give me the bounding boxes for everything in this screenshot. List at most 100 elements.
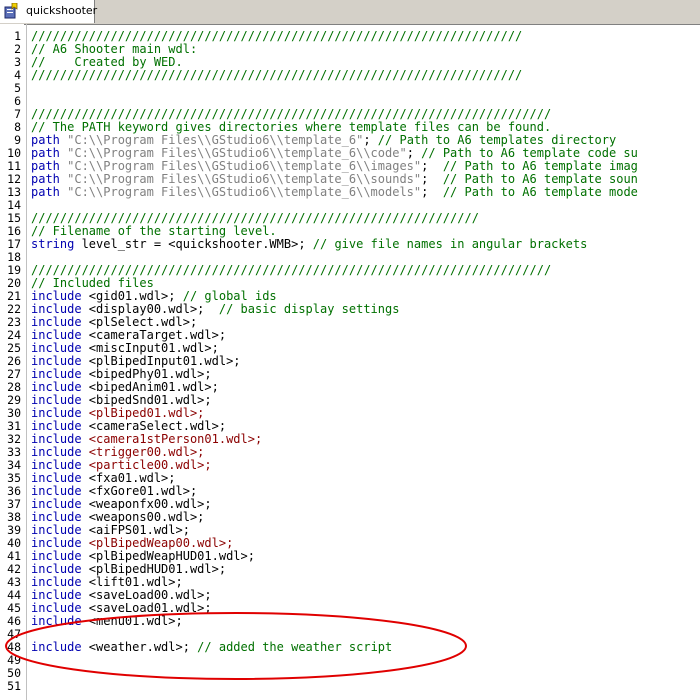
- code-token: path: [31, 146, 68, 160]
- code-token: "C:\\Program Files\\GStudio6\\template_6…: [67, 159, 422, 173]
- code-token: // basic display settings: [218, 302, 400, 316]
- code-token: // Path to A6 template code su: [421, 146, 638, 160]
- code-line: 4///////////////////////////////////////…: [0, 69, 700, 82]
- code-token: path: [31, 133, 68, 147]
- tab-quickshooter[interactable]: quickshooter: [0, 0, 98, 23]
- code-token: <fxa01.wdl>;: [88, 471, 176, 485]
- code-line: 51: [0, 680, 700, 693]
- code-token: // Created by WED.: [31, 55, 183, 69]
- code-token: level_str = <quickshooter.WMB>;: [81, 237, 313, 251]
- code-token: include: [31, 406, 89, 420]
- line-number: 51: [7, 679, 21, 693]
- code-token: // Path to A6 template soun: [442, 172, 638, 186]
- code-token: ;: [406, 146, 422, 160]
- code-token: <cameraTarget.wdl>;: [88, 328, 227, 342]
- code-token: // A6 Shooter main wdl:: [31, 42, 198, 56]
- code-token: include: [31, 497, 89, 511]
- tab-bar: quickshooter: [0, 0, 700, 25]
- code-token: include: [31, 562, 89, 576]
- code-token: <plBipedHUD01.wdl>;: [88, 562, 227, 576]
- tab-label: quickshooter: [26, 4, 98, 17]
- code-text: include <weather.wdl>; // added the weat…: [31, 641, 392, 654]
- code-token: include: [31, 640, 89, 654]
- code-token: include: [31, 289, 89, 303]
- code-token: include: [31, 380, 89, 394]
- code-line: 13 path "C:\\Program Files\\GStudio6\\tem…: [0, 186, 700, 199]
- code-token: // Filename of the starting level.: [31, 224, 277, 238]
- code-token: include: [31, 575, 89, 589]
- code-token: ////////////////////////////////////////…: [31, 29, 523, 43]
- code-token: <plBipedInput01.wdl>;: [88, 354, 241, 368]
- code-token: include: [31, 510, 89, 524]
- code-editor[interactable]: 1///////////////////////////////////////…: [0, 27, 700, 700]
- code-token: "C:\\Program Files\\GStudio6\\template_6…: [67, 133, 364, 147]
- code-line: 48 include <weather.wdl>; // added the we…: [0, 641, 700, 654]
- code-token: include: [31, 458, 89, 472]
- code-token: include: [31, 302, 89, 316]
- code-token: include: [31, 315, 89, 329]
- code-text: ////////////////////////////////////////…: [31, 69, 522, 82]
- code-token: include: [31, 549, 89, 563]
- code-token: <bipedPhy01.wdl>;: [88, 367, 212, 381]
- code-token: include: [31, 393, 89, 407]
- code-token: <cameraSelect.wdl>;: [88, 419, 227, 433]
- code-token: include: [31, 601, 89, 615]
- code-token: include: [31, 484, 89, 498]
- code-token: include: [31, 471, 89, 485]
- code-line: 5: [0, 82, 700, 95]
- code-token: <bipedAnim01.wdl>;: [88, 380, 219, 394]
- code-token: // Path to A6 template mode: [442, 185, 638, 199]
- code-token: ;: [421, 172, 443, 186]
- code-token: <plBipedWeapHUD01.wdl>;: [88, 549, 255, 563]
- code-text: include <menu01.wdl>;: [31, 615, 183, 628]
- code-token: <menu01.wdl>;: [88, 614, 183, 628]
- code-token: include: [31, 445, 89, 459]
- code-token: include: [31, 614, 89, 628]
- code-token: ////////////////////////////////////////…: [31, 68, 523, 82]
- code-token: include: [31, 432, 89, 446]
- code-token: include: [31, 588, 89, 602]
- code-token: include: [31, 536, 89, 550]
- code-token: ;: [421, 185, 443, 199]
- code-line: 46 include <menu01.wdl>;: [0, 615, 700, 628]
- code-text: string level_str = <quickshooter.WMB>; /…: [31, 238, 587, 251]
- code-token: ////////////////////////////////////////…: [31, 107, 552, 121]
- code-text: path "C:\\Program Files\\GStudio6\\templ…: [31, 186, 638, 199]
- code-token: ;: [421, 159, 443, 173]
- code-token: <bipedSnd01.wdl>;: [88, 393, 212, 407]
- code-token: ;: [363, 133, 378, 147]
- code-token: include: [31, 367, 89, 381]
- code-token: // give file names in angular brackets: [312, 237, 588, 251]
- code-token: <gid01.wdl>;: [88, 289, 183, 303]
- code-token: <fxGore01.wdl>;: [88, 484, 198, 498]
- code-token: include: [31, 328, 89, 342]
- code-token: <weapons00.wdl>;: [88, 510, 205, 524]
- code-token: // Included files: [31, 276, 154, 290]
- code-token: <display00.wdl>;: [88, 302, 219, 316]
- code-token: path: [31, 185, 68, 199]
- code-token: // The PATH keyword gives directories wh…: [31, 120, 552, 134]
- code-token: string: [31, 237, 82, 251]
- code-line: 17 string level_str = <quickshooter.WMB>;…: [0, 238, 700, 251]
- code-token: include: [31, 523, 89, 537]
- code-token: path: [31, 159, 68, 173]
- code-token: "C:\\Program Files\\GStudio6\\template_6…: [67, 172, 422, 186]
- script-file-icon: [3, 2, 19, 19]
- code-token: include: [31, 354, 89, 368]
- code-line: 50: [0, 667, 700, 680]
- code-token: // added the weather script: [197, 640, 393, 654]
- code-token: <camera1stPerson01.wdl>;: [88, 432, 263, 446]
- code-token: <weather.wdl>;: [88, 640, 198, 654]
- code-token: <plSelect.wdl>;: [88, 315, 198, 329]
- code-token: <lift01.wdl>;: [88, 575, 183, 589]
- code-token: <saveLoad00.wdl>;: [88, 588, 212, 602]
- code-token: include: [31, 419, 89, 433]
- code-token: <weaponfx00.wdl>;: [88, 497, 212, 511]
- code-token: <aiFPS01.wdl>;: [88, 523, 190, 537]
- code-token: ////////////////////////////////////////…: [31, 211, 479, 225]
- code-token: <saveLoad01.wdl>;: [88, 601, 212, 615]
- code-token: path: [31, 172, 68, 186]
- code-token: <miscInput01.wdl>;: [88, 341, 219, 355]
- code-token: "C:\\Program Files\\GStudio6\\template_6…: [67, 185, 422, 199]
- code-token: <plBipedWeap00.wdl>;: [88, 536, 234, 550]
